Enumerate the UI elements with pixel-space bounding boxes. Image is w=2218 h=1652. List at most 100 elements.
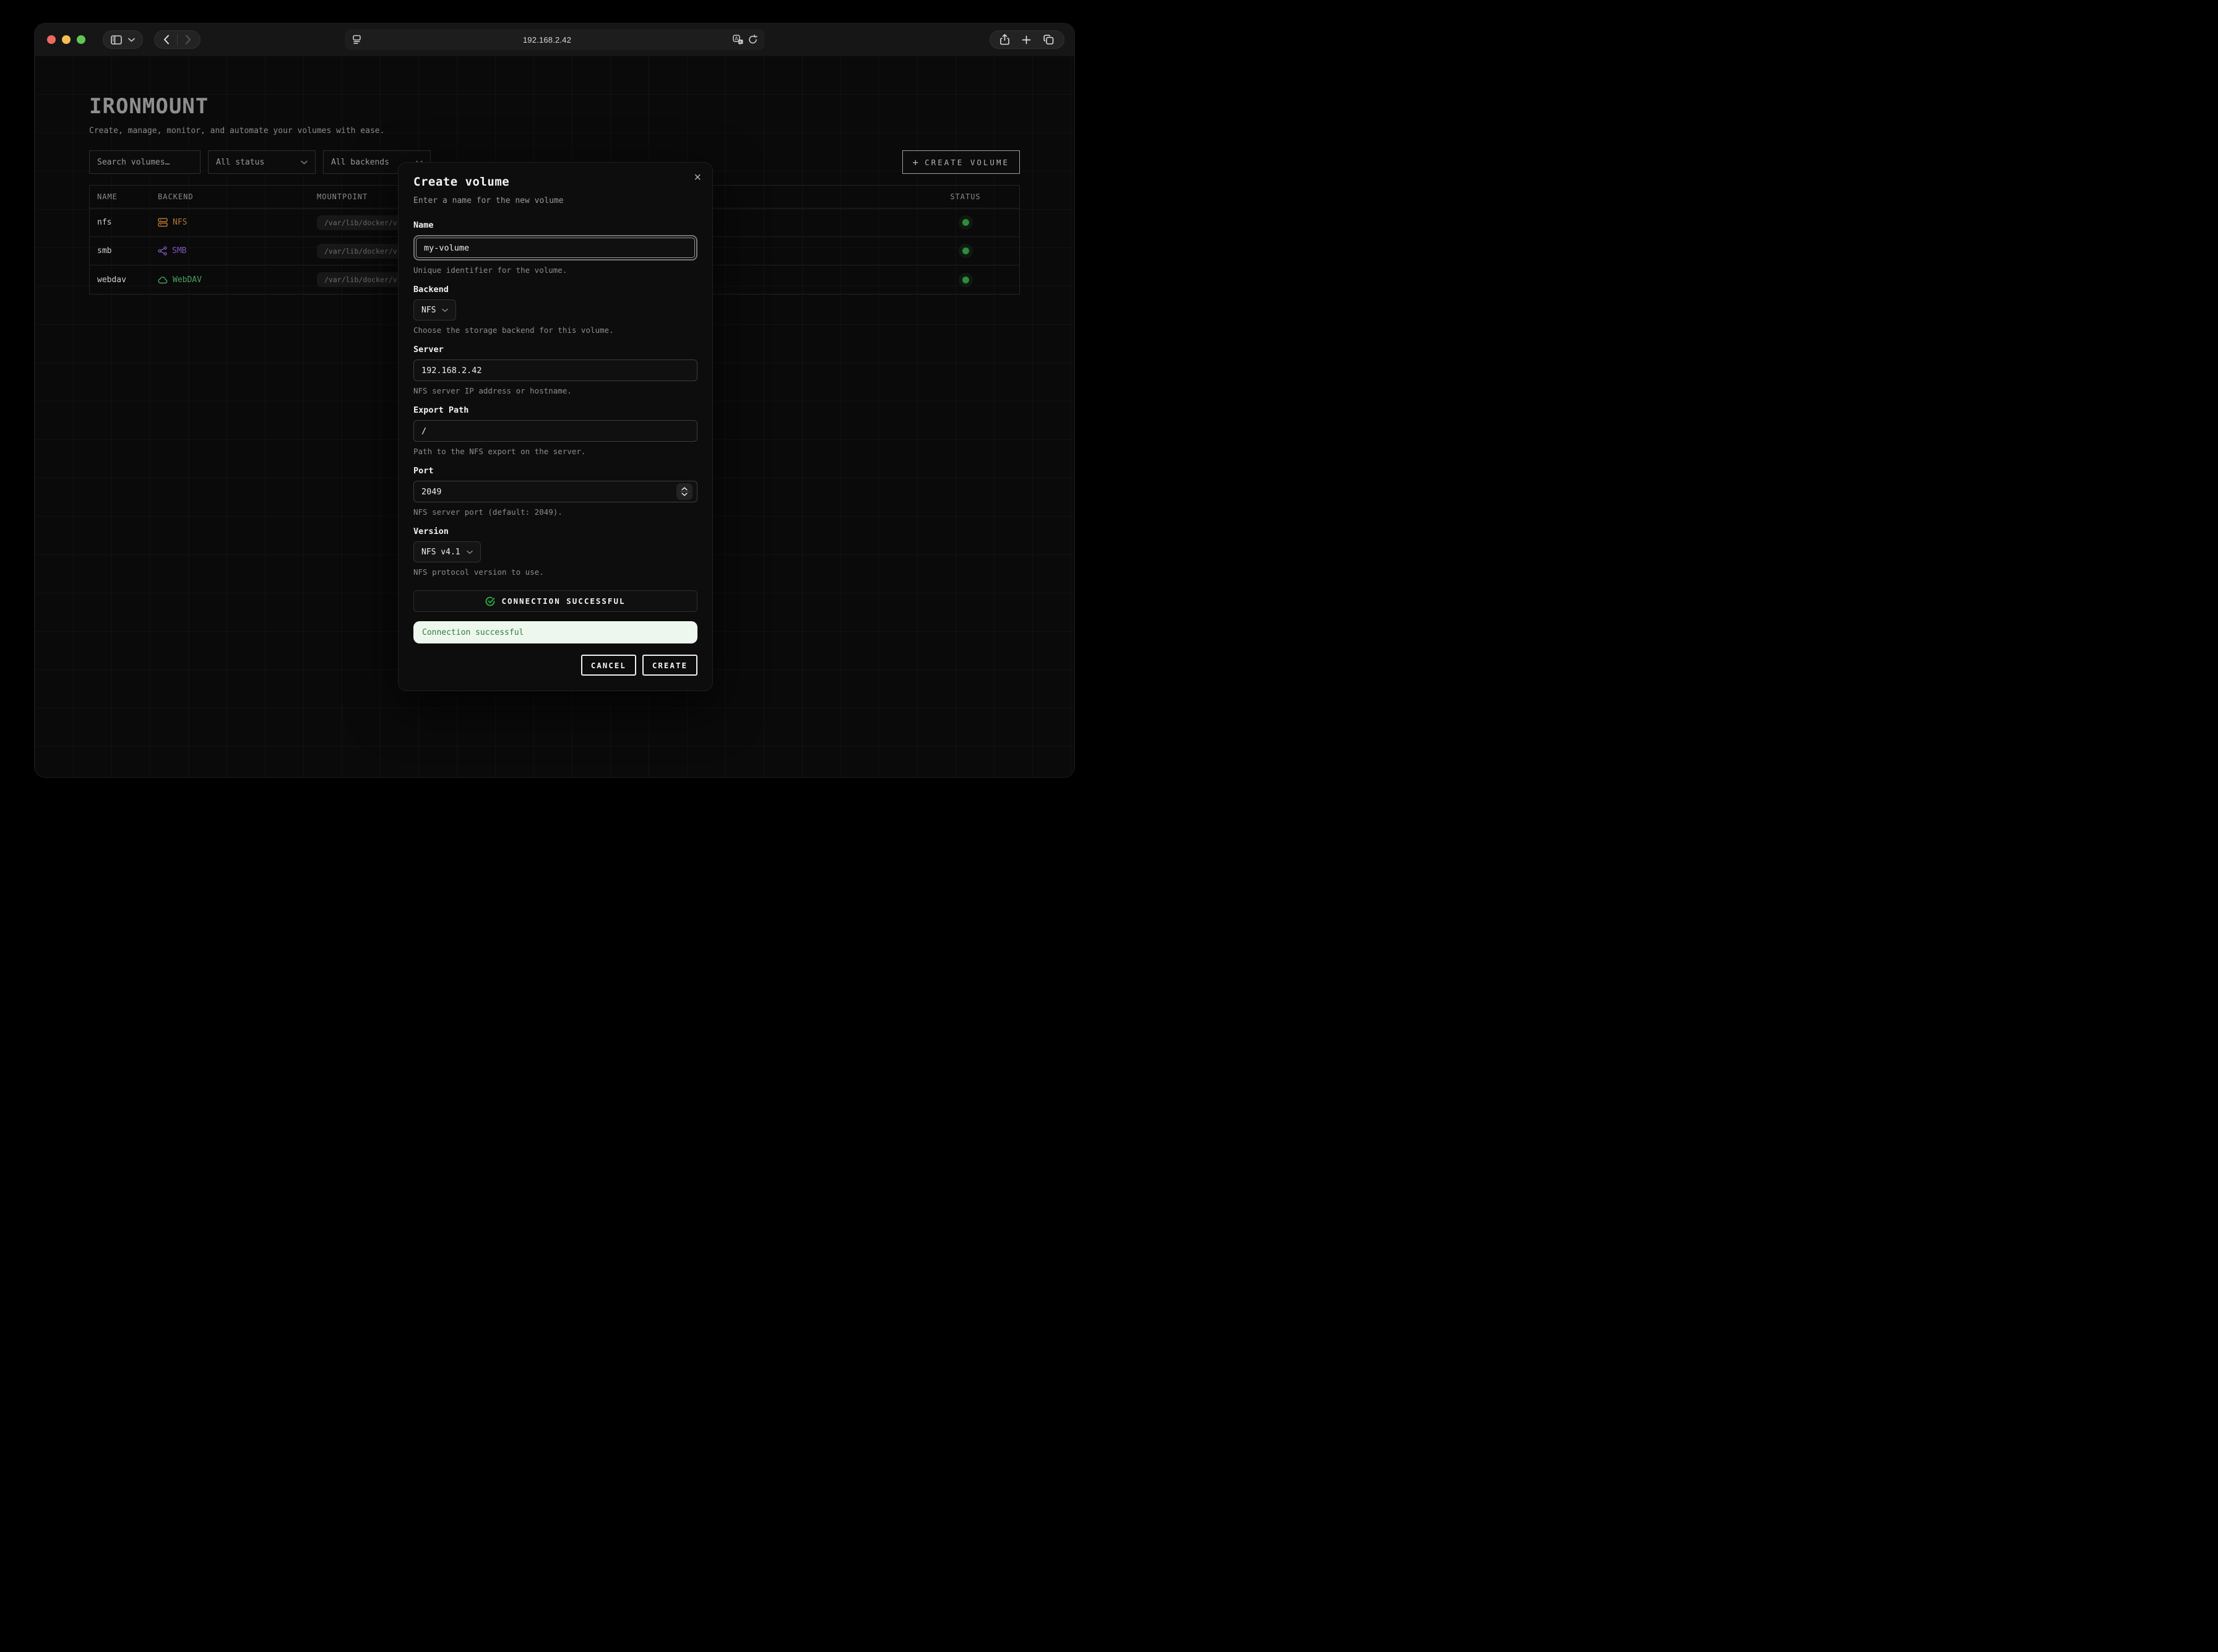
stepper-up-icon — [681, 487, 688, 491]
status-filter-label: All status — [216, 158, 264, 167]
test-connection-button[interactable]: CONNECTION SUCCESSFUL — [413, 590, 697, 612]
port-field-group: Port NFS server port (default: 2049). — [413, 466, 697, 517]
status-dot — [962, 219, 969, 226]
volume-name: smb — [90, 246, 150, 256]
create-button[interactable]: CREATE — [642, 655, 697, 676]
backend-select-value: NFS — [421, 306, 436, 315]
chevron-down-icon — [128, 38, 135, 42]
sidebar-icon — [111, 35, 122, 45]
cancel-button[interactable]: CANCEL — [581, 655, 636, 676]
column-header-backend: BACKEND — [150, 192, 309, 201]
port-label: Port — [413, 466, 697, 476]
svg-text:A: A — [735, 36, 738, 41]
backend-filter-label: All backends — [331, 158, 389, 167]
server-help: NFS server IP address or hostname. — [413, 386, 697, 395]
search-input[interactable] — [89, 150, 201, 174]
connection-status-message: Connection successful — [413, 621, 697, 643]
forward-button[interactable] — [185, 35, 191, 45]
close-icon[interactable]: × — [694, 171, 701, 184]
port-input[interactable] — [413, 481, 697, 502]
server-field-group: Server NFS server IP address or hostname… — [413, 345, 697, 395]
page-subtitle: Create, manage, monitor, and automate yo… — [89, 126, 1020, 136]
volume-name: nfs — [90, 218, 150, 227]
stepper-down-icon — [681, 493, 688, 496]
server-label: Server — [413, 345, 697, 355]
status-cell — [912, 247, 1019, 254]
status-cell — [912, 277, 1019, 283]
back-button[interactable] — [163, 35, 170, 45]
address-bar[interactable]: 192.168.2.42 A x — [345, 29, 765, 50]
name-input-focus-ring — [413, 235, 697, 260]
svg-text:x: x — [739, 40, 741, 45]
create-volume-dialog: × Create volume Enter a name for the new… — [398, 162, 713, 691]
nav-buttons — [154, 30, 201, 49]
reader-view-icon[interactable] — [352, 35, 361, 45]
name-help: Unique identifier for the volume. — [413, 265, 697, 275]
check-circle-icon — [485, 596, 495, 606]
backend-help: Choose the storage backend for this volu… — [413, 325, 697, 335]
page-title: IRONMOUNT — [89, 94, 1020, 119]
chevron-down-icon — [442, 308, 448, 312]
dialog-actions: CANCEL CREATE — [413, 655, 697, 676]
status-filter-select[interactable]: All status — [208, 150, 316, 174]
backend-label: SMB — [172, 246, 186, 256]
translate-icon[interactable]: A x — [733, 35, 743, 45]
volume-name: webdav — [90, 275, 150, 285]
export-path-label: Export Path — [413, 405, 697, 415]
cloud-icon — [158, 276, 168, 284]
name-input[interactable] — [416, 238, 695, 258]
create-volume-button[interactable]: + CREATE VOLUME — [902, 150, 1020, 174]
column-header-status: STATUS — [912, 192, 1019, 201]
reload-icon[interactable] — [748, 35, 757, 45]
port-stepper[interactable] — [676, 483, 693, 500]
dialog-title: Create volume — [413, 175, 697, 189]
mountpoint-chip: /var/lib/docker/v — [317, 215, 405, 230]
page-content: IRONMOUNT Create, manage, monitor, and a… — [35, 56, 1074, 778]
backend-label: NFS — [173, 218, 187, 227]
status-dot — [962, 247, 969, 254]
chevron-down-icon — [301, 160, 308, 165]
mountpoint-chip: /var/lib/docker/v — [317, 272, 405, 287]
export-path-input[interactable] — [413, 420, 697, 442]
dialog-subtitle: Enter a name for the new volume — [413, 196, 697, 205]
export-path-help: Path to the NFS export on the server. — [413, 447, 697, 456]
port-help: NFS server port (default: 2049). — [413, 507, 697, 517]
screenshot-stage: 192.168.2.42 A x — [0, 0, 1109, 826]
tab-overview-icon[interactable] — [1043, 35, 1054, 45]
minimize-window-button[interactable] — [62, 35, 71, 44]
nav-divider — [177, 34, 178, 45]
backend-badge: SMB — [150, 246, 309, 256]
new-tab-icon[interactable] — [1022, 35, 1031, 45]
server-icon — [158, 218, 168, 227]
version-select-value: NFS v4.1 — [421, 548, 460, 557]
backend-label: Backend — [413, 285, 697, 295]
version-select[interactable]: NFS v4.1 — [413, 541, 481, 562]
url-text: 192.168.2.42 — [361, 35, 733, 45]
share-icon[interactable] — [1000, 34, 1009, 45]
export-path-field-group: Export Path Path to the NFS export on th… — [413, 405, 697, 456]
sidebar-toggle-button[interactable] — [103, 30, 143, 49]
version-field-group: Version NFS v4.1 NFS protocol version to… — [413, 527, 697, 577]
browser-titlebar: 192.168.2.42 A x — [35, 24, 1074, 56]
browser-window: 192.168.2.42 A x — [34, 23, 1075, 778]
close-window-button[interactable] — [47, 35, 56, 44]
version-label: Version — [413, 527, 697, 536]
create-volume-label: CREATE VOLUME — [925, 158, 1009, 167]
titlebar-right-buttons — [990, 30, 1064, 49]
zoom-window-button[interactable] — [77, 35, 85, 44]
server-input[interactable] — [413, 359, 697, 381]
plus-icon: + — [913, 157, 919, 168]
backend-badge: WebDAV — [150, 275, 309, 285]
mountpoint-chip: /var/lib/docker/v — [317, 244, 405, 259]
test-connection-label: CONNECTION SUCCESSFUL — [501, 596, 625, 606]
status-cell — [912, 219, 1019, 226]
backend-badge: NFS — [150, 218, 309, 227]
status-dot — [962, 277, 969, 283]
backend-field-group: Backend NFS Choose the storage backend f… — [413, 285, 697, 335]
stepper-divider — [680, 491, 689, 492]
backend-select[interactable]: NFS — [413, 299, 456, 321]
share-icon — [158, 246, 167, 256]
name-field-group: Name Unique identifier for the volume. — [413, 220, 697, 275]
backend-label: WebDAV — [173, 275, 202, 285]
name-label: Name — [413, 220, 697, 230]
